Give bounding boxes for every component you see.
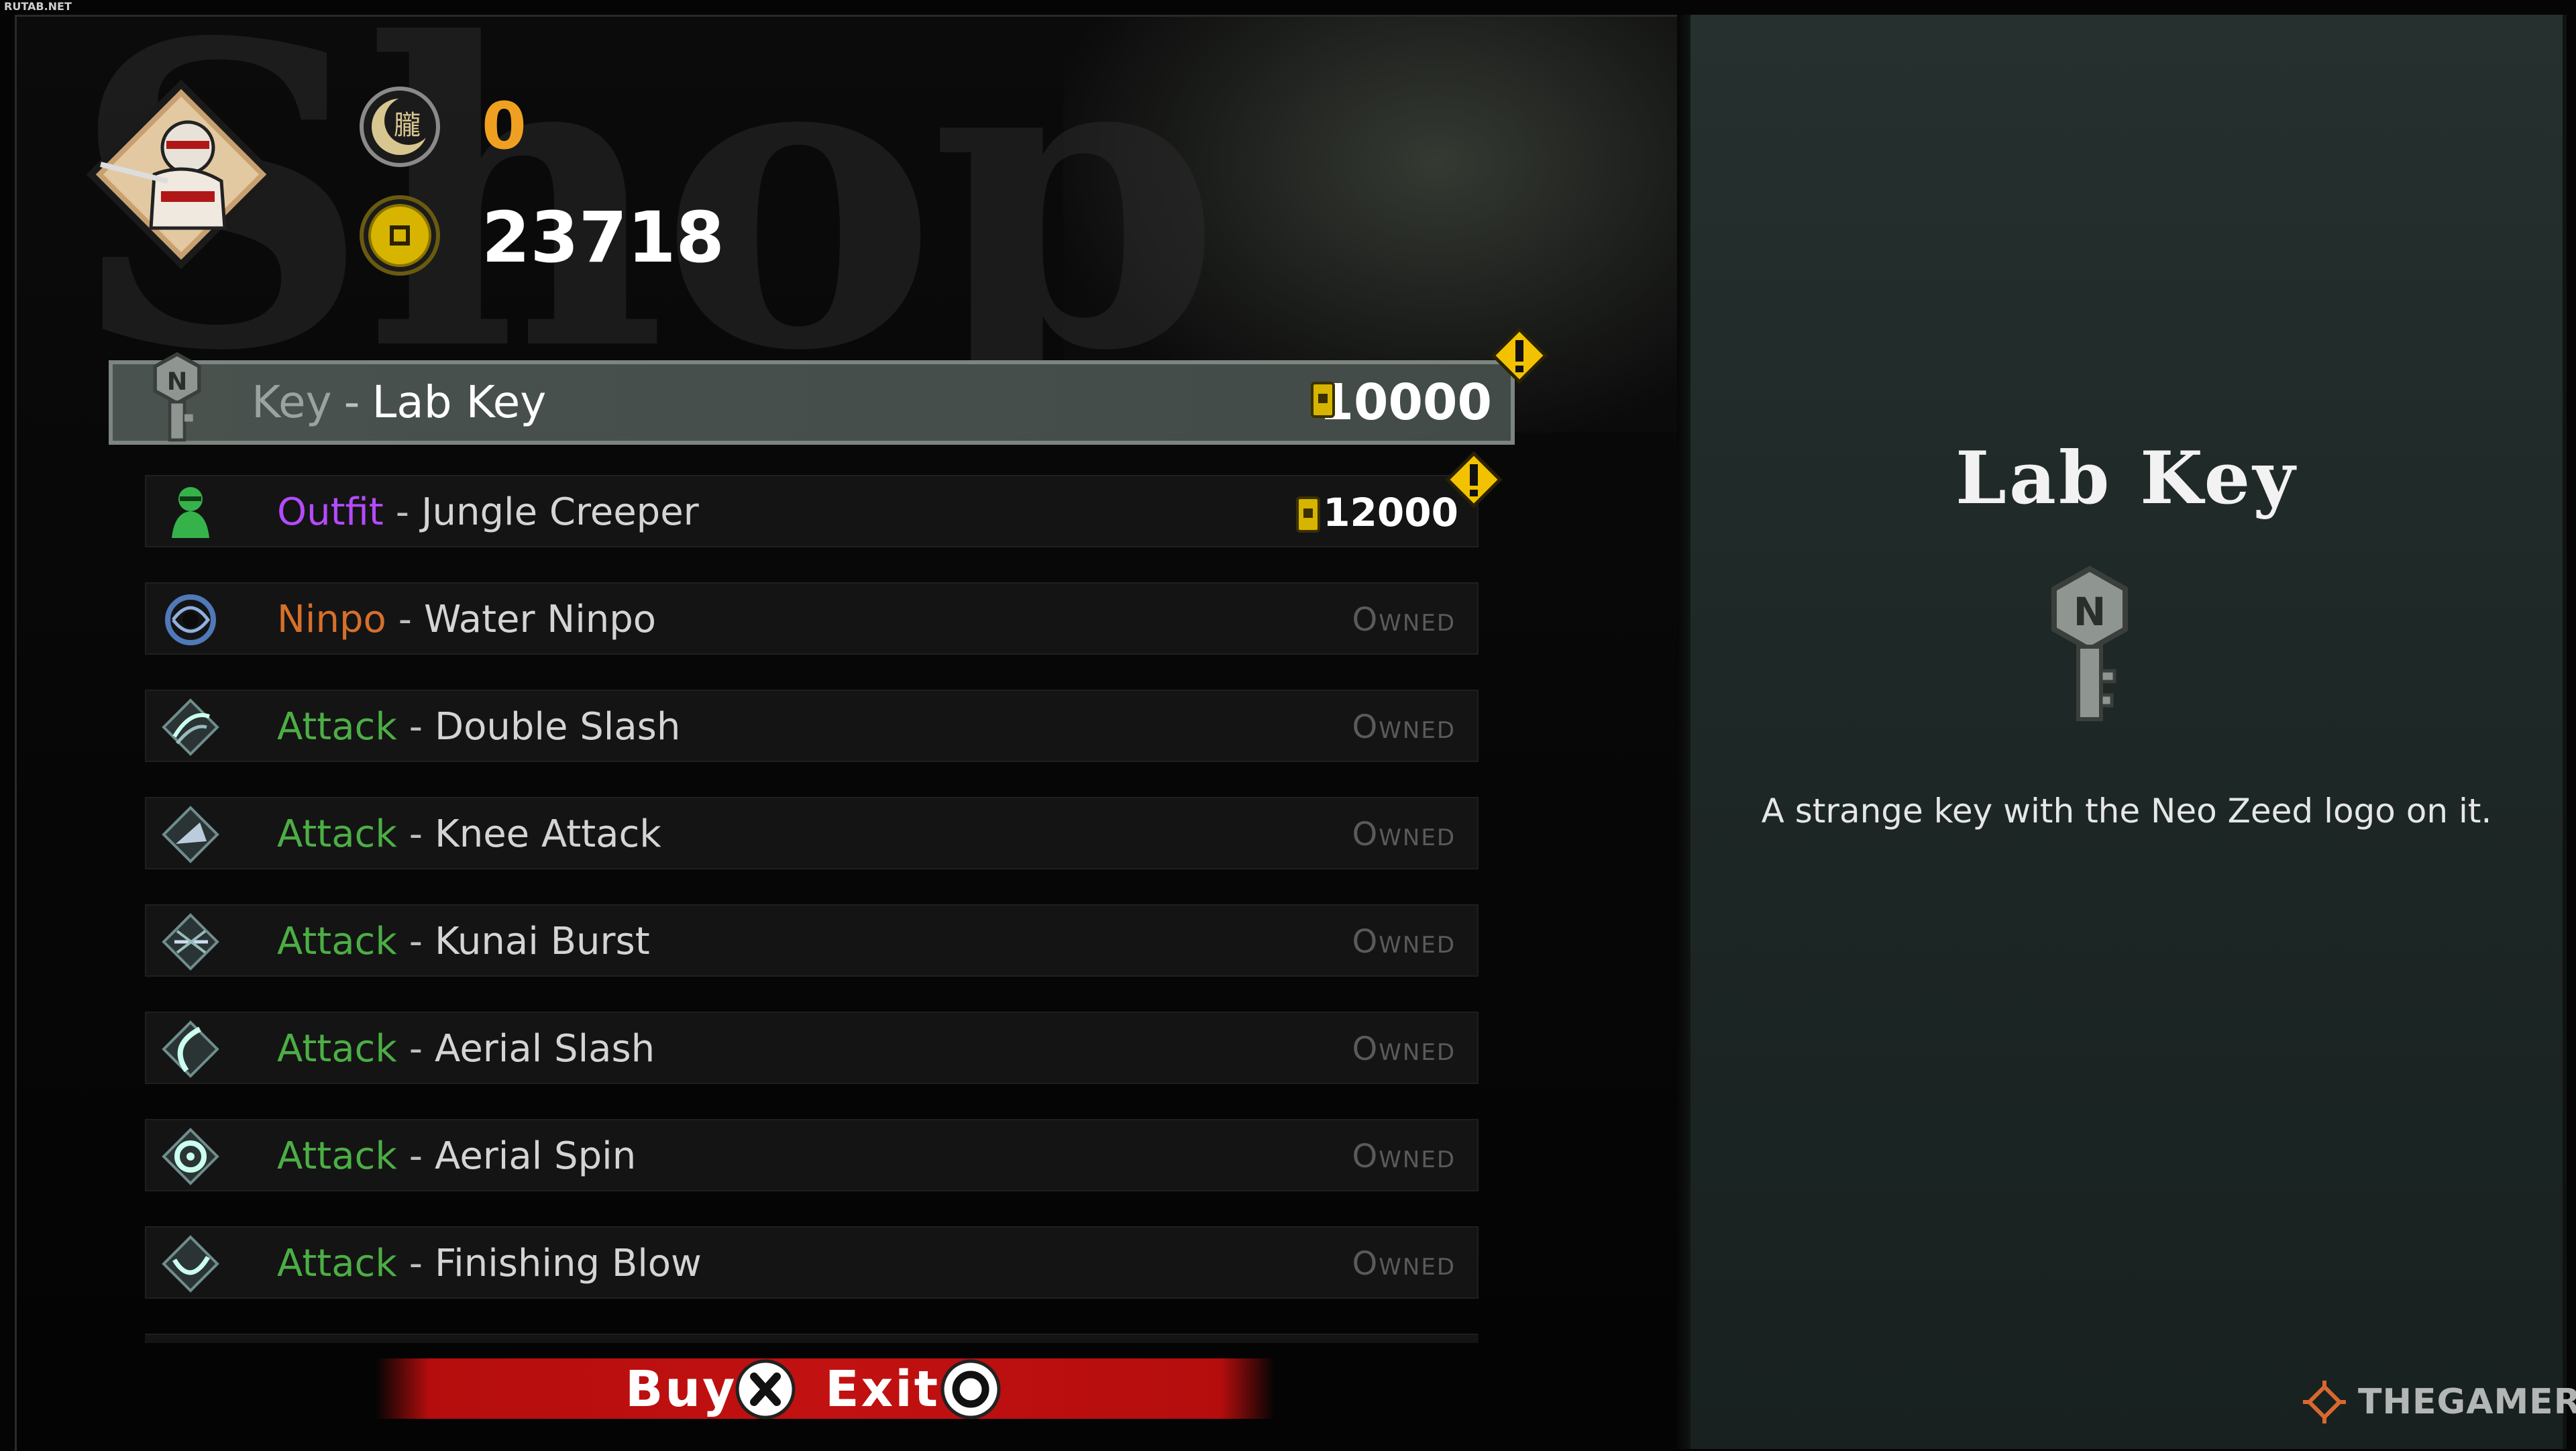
shop-item-label: Attack - Finishing Blow xyxy=(277,1228,702,1300)
shop-item-label: Attack - Double Slash xyxy=(277,691,680,763)
item-name: Water Ninpo xyxy=(423,598,657,641)
shop-item-label: Attack - Knee Attack xyxy=(277,798,661,871)
spirit-currency-value: 0 xyxy=(482,89,527,164)
shop-item-row[interactable]: Outfit - Jungle Creeper 12000 xyxy=(145,451,1503,549)
shop-item-row[interactable]: Attack - Aerial Spin Owned xyxy=(145,1119,1479,1191)
owned-status: Owned xyxy=(1352,708,1456,746)
detail-key-icon: N xyxy=(2046,563,2133,724)
owned-status: Owned xyxy=(1352,1138,1456,1175)
item-category: Attack xyxy=(277,1027,397,1071)
item-category: Attack xyxy=(277,1242,397,1285)
circle-button-icon[interactable] xyxy=(939,1358,1002,1421)
water-swirl-icon xyxy=(160,589,221,651)
buy-label[interactable]: Buy xyxy=(625,1360,737,1418)
detail-title: Lab Key xyxy=(1955,436,2298,521)
item-separator: - xyxy=(409,920,423,963)
new-alert-icon xyxy=(1491,327,1548,384)
item-category: Attack xyxy=(277,705,397,749)
shop-item-row[interactable]: Attack - Knee Attack Owned xyxy=(145,797,1479,869)
key-icon: N xyxy=(149,350,211,443)
moon-kanji-coin-icon: 朧 xyxy=(359,86,441,168)
source-watermark: RUTAB.NET xyxy=(4,0,72,13)
item-separator: - xyxy=(409,1134,423,1178)
item-separator: - xyxy=(409,1242,423,1285)
item-category: Ninpo xyxy=(277,598,386,641)
item-name: Finishing Blow xyxy=(435,1242,702,1285)
aerial-spin-icon xyxy=(160,1126,221,1187)
owned-status: Owned xyxy=(1352,1030,1456,1068)
aerial-slash-icon xyxy=(160,1018,221,1080)
kunai-burst-icon xyxy=(160,911,221,973)
item-price: 10000 xyxy=(1319,374,1492,431)
item-name: Aerial Spin xyxy=(435,1134,637,1178)
shop-item-row[interactable]: Attack - Kunai Burst Owned xyxy=(145,904,1479,977)
item-name: Double Slash xyxy=(435,705,681,749)
item-name: Jungle Creeper xyxy=(421,490,699,534)
svg-text:朧: 朧 xyxy=(394,110,421,141)
item-name: Aerial Slash xyxy=(435,1027,655,1071)
detail-panel xyxy=(1690,15,2567,1449)
item-category: Key xyxy=(252,376,332,428)
owned-status: Owned xyxy=(1352,816,1456,853)
player-avatar xyxy=(80,74,282,275)
item-separator: - xyxy=(395,490,409,534)
shop-item-row[interactable]: N Key - Lab Key 10000 xyxy=(109,327,1548,445)
cross-button-icon[interactable] xyxy=(734,1358,797,1421)
item-name: Kunai Burst xyxy=(435,920,650,963)
shop-item-label: Outfit - Jungle Creeper xyxy=(277,476,699,549)
item-separator: - xyxy=(343,376,360,428)
brand-watermark: THEGAMER xyxy=(2358,1382,2576,1422)
shop-item-label: Attack - Aerial Spin xyxy=(277,1120,636,1193)
gold-coin-icon xyxy=(1311,382,1335,418)
shop-item-row[interactable]: Attack - Double Slash Owned xyxy=(145,690,1479,762)
double-slash-icon xyxy=(160,696,221,758)
item-category: Attack xyxy=(277,812,397,856)
owned-status: Owned xyxy=(1352,1245,1456,1283)
item-separator: - xyxy=(409,812,423,856)
ninja-outfit-icon xyxy=(160,482,221,543)
item-separator: - xyxy=(409,705,423,749)
finishing-blow-icon xyxy=(160,1233,221,1295)
item-category: Attack xyxy=(277,1134,397,1178)
shop-item-row[interactable]: Ninpo - Water Ninpo Owned xyxy=(145,582,1479,655)
item-name: Lab Key xyxy=(372,376,547,428)
item-category: Attack xyxy=(277,920,397,963)
item-separator: - xyxy=(409,1027,423,1071)
shop-item-label: Ninpo - Water Ninpo xyxy=(277,584,656,656)
detail-description: A strange key with the Neo Zeed logo on … xyxy=(1761,792,2492,830)
item-separator: - xyxy=(398,598,412,641)
shop-item-label: Attack - Aerial Slash xyxy=(277,1013,655,1085)
svg-text:N: N xyxy=(2074,589,2106,635)
exit-label[interactable]: Exit xyxy=(825,1360,940,1418)
gold-coin-icon xyxy=(1296,496,1320,533)
shop-item-row[interactable]: Attack - Finishing Blow Owned xyxy=(145,1226,1479,1299)
shop-item-row-partial xyxy=(145,1334,1479,1343)
owned-status: Owned xyxy=(1352,601,1456,639)
item-name: Knee Attack xyxy=(435,812,661,856)
brand-logo-icon xyxy=(2298,1375,2351,1429)
svg-text:N: N xyxy=(167,367,188,396)
shop-item-label: Attack - Kunai Burst xyxy=(277,906,650,978)
new-alert-icon xyxy=(1445,451,1503,508)
owned-status: Owned xyxy=(1352,923,1456,961)
shop-item-label: Key - Lab Key xyxy=(252,364,546,437)
knee-attack-icon xyxy=(160,804,221,865)
item-price: 12000 xyxy=(1323,490,1458,535)
gold-currency-value: 23718 xyxy=(482,197,724,278)
gold-coin-icon xyxy=(359,195,441,276)
shop-item-row[interactable]: Attack - Aerial Slash Owned xyxy=(145,1012,1479,1084)
item-category: Outfit xyxy=(277,490,384,534)
